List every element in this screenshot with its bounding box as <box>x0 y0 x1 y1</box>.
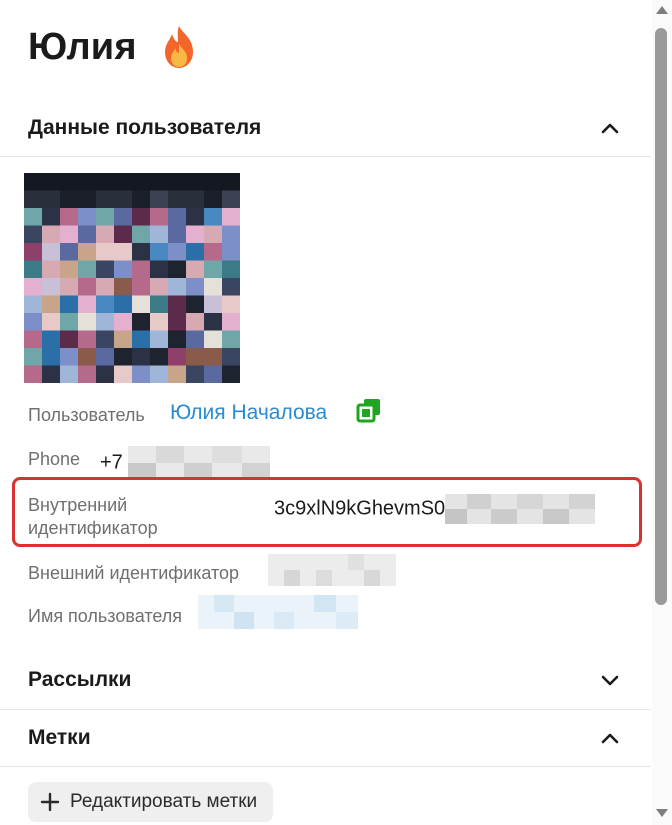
phone-redacted <box>128 446 271 480</box>
avatar <box>24 173 240 383</box>
external-id-redacted <box>268 554 396 586</box>
scroll-up-icon[interactable] <box>656 6 668 14</box>
section-mailings-title: Рассылки <box>28 668 132 691</box>
internal-id-text: 3c9xlN9kGhevmS0 <box>274 497 446 520</box>
copy-icon[interactable] <box>356 398 382 424</box>
section-tags-title: Метки <box>28 726 91 749</box>
section-tags-header[interactable]: Метки <box>0 710 651 766</box>
username-redacted <box>198 595 358 629</box>
section-mailings-header[interactable]: Рассылки <box>0 652 651 708</box>
scroll-down-icon[interactable] <box>656 809 668 817</box>
user-label: Пользователь <box>28 405 145 425</box>
divider <box>0 156 651 157</box>
internal-id-redacted <box>445 494 596 524</box>
phone-value: +7 <box>100 446 271 480</box>
chevron-up-icon[interactable] <box>599 727 621 749</box>
internal-id-label-1: Внутренний <box>28 495 128 515</box>
phone-prefix: +7 <box>100 451 123 474</box>
chevron-up-icon[interactable] <box>599 117 621 139</box>
external-id-label: Внешний идентификатор <box>28 563 240 583</box>
edit-tags-label: Редактировать метки <box>70 791 258 812</box>
edit-tags-button[interactable]: Редактировать метки <box>28 782 274 822</box>
scrollbar-thumb[interactable] <box>655 28 667 605</box>
avatar-image <box>24 173 240 383</box>
user-profile-link[interactable]: Юлия Началова <box>170 401 327 425</box>
chevron-down-icon[interactable] <box>599 669 621 691</box>
divider <box>0 766 651 767</box>
page-title: Юлия <box>28 24 199 70</box>
internal-id-value: 3c9xlN9kGhevmS0 <box>274 492 596 526</box>
section-user-data-header[interactable]: Данные пользователя <box>0 100 651 156</box>
phone-label: Phone <box>28 449 81 469</box>
section-user-data-title: Данные пользователя <box>28 116 262 139</box>
user-name-title: Юлия <box>28 25 137 68</box>
fire-emoji-icon <box>164 26 193 68</box>
plus-icon <box>40 792 60 812</box>
username-label: Имя пользователя <box>28 606 183 626</box>
internal-id-label-2: идентификатор <box>28 518 158 538</box>
